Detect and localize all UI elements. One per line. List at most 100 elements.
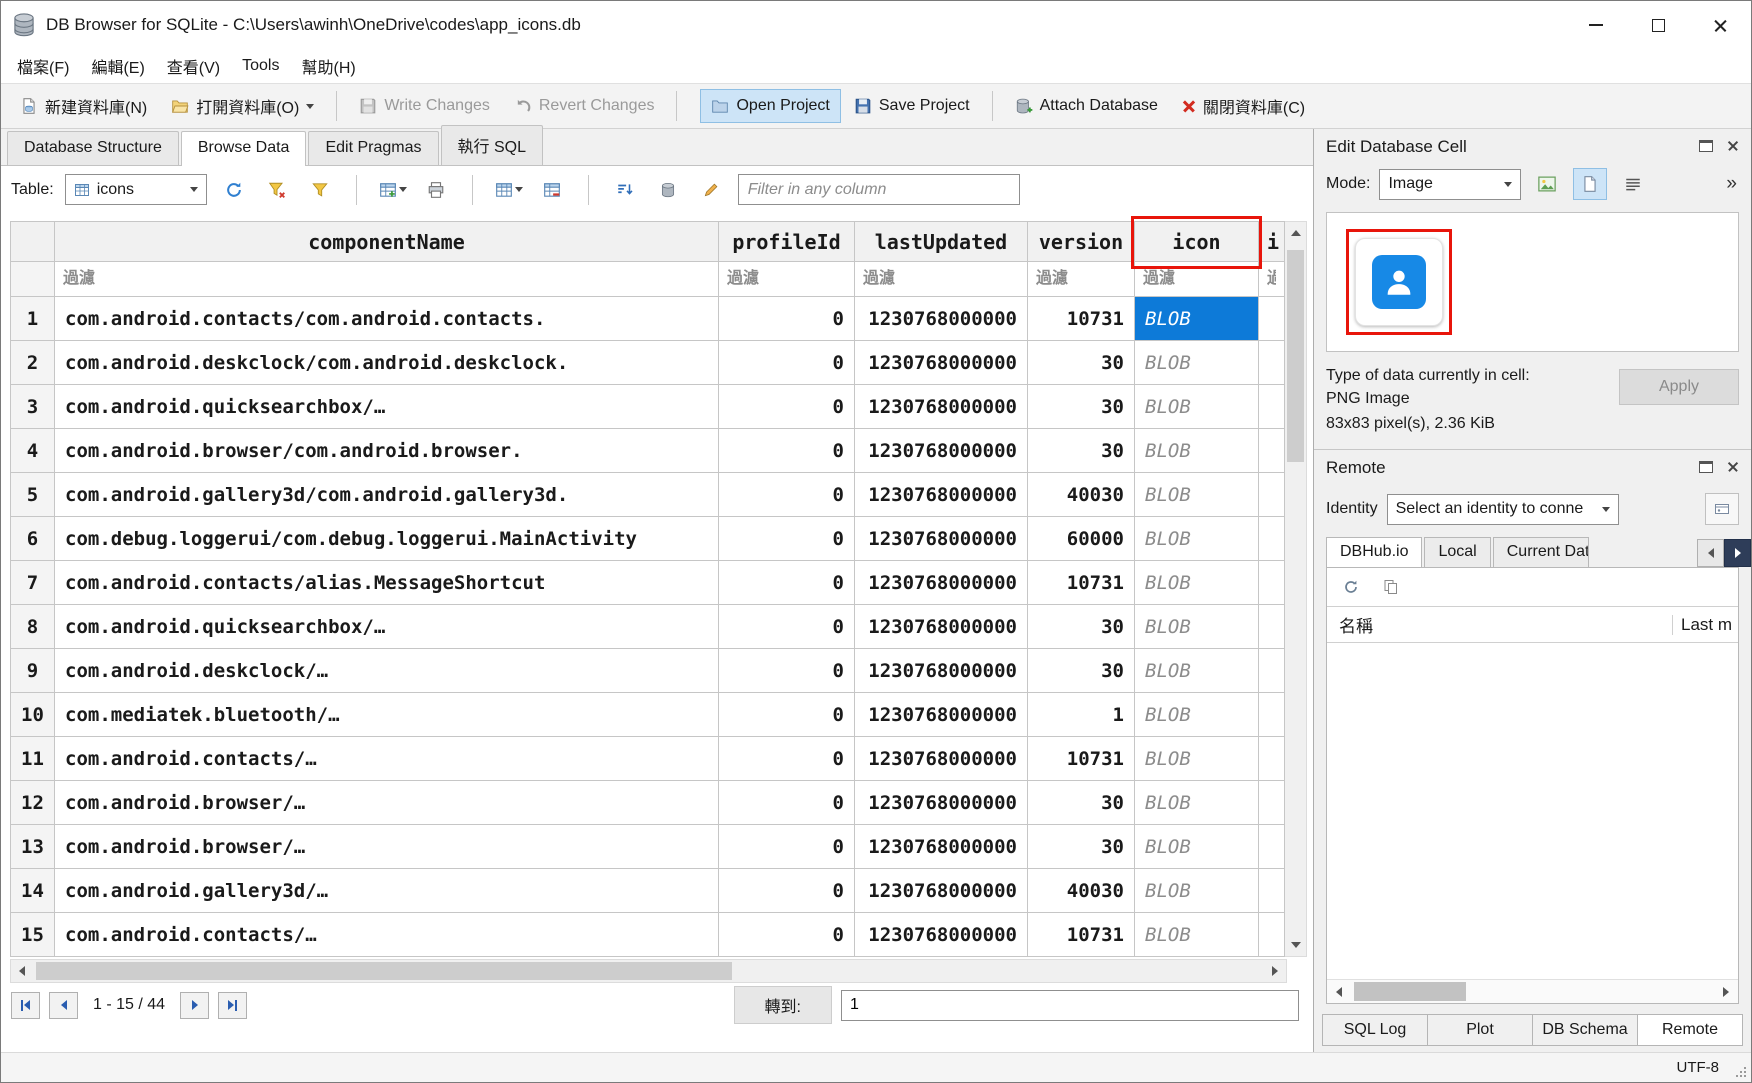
- cell-icon[interactable]: BLOB: [1135, 561, 1259, 605]
- cell-version[interactable]: 30: [1028, 825, 1135, 869]
- cell-componentname[interactable]: com.android.browser/…: [55, 781, 719, 825]
- write-changes-button[interactable]: Write Changes: [348, 89, 501, 123]
- tabs-scroll-left-button[interactable]: [1697, 539, 1724, 567]
- maximize-button[interactable]: [1627, 1, 1689, 49]
- cell-icon[interactable]: BLOB: [1135, 297, 1259, 341]
- cell-partial[interactable]: [1259, 517, 1285, 561]
- next-page-button[interactable]: [180, 992, 209, 1019]
- cell-componentname[interactable]: com.android.gallery3d/…: [55, 869, 719, 913]
- column-header-lastupdated[interactable]: lastUpdated: [855, 222, 1028, 262]
- table-select[interactable]: icons: [65, 174, 207, 205]
- cell-partial[interactable]: [1259, 781, 1285, 825]
- save-project-button[interactable]: Save Project: [843, 89, 981, 123]
- cell-version[interactable]: 30: [1028, 385, 1135, 429]
- cell-version[interactable]: 40030: [1028, 473, 1135, 517]
- column-header-name[interactable]: 名稱: [1327, 612, 1672, 637]
- cell-version[interactable]: 30: [1028, 649, 1135, 693]
- cell-icon[interactable]: BLOB: [1135, 737, 1259, 781]
- cell-componentname[interactable]: com.android.contacts/alias.MessageShortc…: [55, 561, 719, 605]
- float-panel-button[interactable]: [1699, 137, 1713, 157]
- scroll-left-button[interactable]: [1327, 980, 1351, 1003]
- save-filter-button[interactable]: [304, 174, 336, 206]
- cell-lastupdated[interactable]: 1230768000000: [855, 341, 1028, 385]
- cell-partial[interactable]: [1259, 429, 1285, 473]
- cell-icon[interactable]: BLOB: [1135, 473, 1259, 517]
- close-panel-button[interactable]: [1727, 137, 1739, 157]
- cell-partial[interactable]: [1259, 649, 1285, 693]
- cell-componentname[interactable]: com.android.gallery3d/com.android.galler…: [55, 473, 719, 517]
- cell-componentname[interactable]: com.android.browser/…: [55, 825, 719, 869]
- clone-database-button[interactable]: [1375, 571, 1407, 603]
- cell-version[interactable]: 30: [1028, 429, 1135, 473]
- remote-horizontal-scrollbar[interactable]: [1327, 979, 1738, 1003]
- identity-settings-button[interactable]: [1705, 493, 1739, 525]
- cell-lastupdated[interactable]: 1230768000000: [855, 781, 1028, 825]
- cell-profileid[interactable]: 0: [719, 693, 855, 737]
- column-filter-input[interactable]: [855, 262, 1027, 296]
- cell-lastupdated[interactable]: 1230768000000: [855, 517, 1028, 561]
- cell-version[interactable]: 1: [1028, 693, 1135, 737]
- cell-componentname[interactable]: com.android.browser/com.android.browser.: [55, 429, 719, 473]
- column-header-componentname[interactable]: componentName: [55, 222, 719, 262]
- cell-profileid[interactable]: 0: [719, 869, 855, 913]
- hscroll-track[interactable]: [33, 960, 1264, 982]
- scroll-up-button[interactable]: [1285, 222, 1306, 244]
- cell-partial[interactable]: [1259, 605, 1285, 649]
- cell-lastupdated[interactable]: 1230768000000: [855, 385, 1028, 429]
- cell-profileid[interactable]: 0: [719, 297, 855, 341]
- cell-lastupdated[interactable]: 1230768000000: [855, 561, 1028, 605]
- cell-componentname[interactable]: com.android.contacts/…: [55, 737, 719, 781]
- menu-file[interactable]: 檔案(F): [7, 49, 79, 83]
- column-filter-input[interactable]: [1028, 262, 1134, 296]
- column-filter-input[interactable]: [1135, 262, 1258, 296]
- cell-profileid[interactable]: 0: [719, 605, 855, 649]
- cell-componentname[interactable]: com.android.quicksearchbox/…: [55, 385, 719, 429]
- cell-version[interactable]: 40030: [1028, 869, 1135, 913]
- cell-icon[interactable]: BLOB: [1135, 605, 1259, 649]
- cell-icon[interactable]: BLOB: [1135, 341, 1259, 385]
- column-filter-input[interactable]: [719, 262, 854, 296]
- vertical-scrollbar[interactable]: [1285, 221, 1307, 957]
- cell-profileid[interactable]: 0: [719, 737, 855, 781]
- insert-record-button[interactable]: [493, 174, 525, 206]
- clear-filters-button[interactable]: [261, 174, 293, 206]
- cell-lastupdated[interactable]: 1230768000000: [855, 913, 1028, 957]
- vscroll-track[interactable]: [1285, 244, 1306, 934]
- tab-current-database[interactable]: Current Dat: [1493, 537, 1589, 567]
- cell-componentname[interactable]: com.android.contacts/…: [55, 913, 719, 957]
- cell-profileid[interactable]: 0: [719, 649, 855, 693]
- tabs-scroll-right-button[interactable]: [1724, 539, 1751, 567]
- tab-local[interactable]: Local: [1424, 537, 1490, 567]
- cell-version[interactable]: 10731: [1028, 737, 1135, 781]
- goto-button[interactable]: 轉到:: [734, 986, 832, 1024]
- cell-partial[interactable]: [1259, 385, 1285, 429]
- menu-help[interactable]: 幫助(H): [291, 49, 365, 83]
- column-filter-input[interactable]: [55, 262, 718, 296]
- column-header-profileid[interactable]: profileId: [719, 222, 855, 262]
- goto-input[interactable]: [841, 990, 1299, 1021]
- cell-icon[interactable]: BLOB: [1135, 385, 1259, 429]
- scroll-down-button[interactable]: [1285, 934, 1306, 956]
- cell-partial[interactable]: [1259, 913, 1285, 957]
- cell-version[interactable]: 10731: [1028, 913, 1135, 957]
- cell-partial[interactable]: [1259, 561, 1285, 605]
- cell-version[interactable]: 30: [1028, 341, 1135, 385]
- cell-profileid[interactable]: 0: [719, 561, 855, 605]
- cell-profileid[interactable]: 0: [719, 825, 855, 869]
- cell-partial[interactable]: [1259, 473, 1285, 517]
- cell-lastupdated[interactable]: 1230768000000: [855, 693, 1028, 737]
- cell-componentname[interactable]: com.android.deskclock/…: [55, 649, 719, 693]
- cell-lastupdated[interactable]: 1230768000000: [855, 297, 1028, 341]
- tab-remote[interactable]: Remote: [1637, 1014, 1743, 1046]
- cell-componentname[interactable]: com.android.contacts/com.android.contact…: [55, 297, 719, 341]
- minimize-button[interactable]: [1565, 1, 1627, 49]
- global-filter-input[interactable]: [738, 174, 1020, 205]
- cell-icon[interactable]: BLOB: [1135, 429, 1259, 473]
- cell-profileid[interactable]: 0: [719, 341, 855, 385]
- last-page-button[interactable]: [218, 992, 247, 1019]
- tab-sql-log[interactable]: SQL Log: [1322, 1014, 1428, 1046]
- edit-cell-button[interactable]: [695, 174, 727, 206]
- apply-button[interactable]: Apply: [1619, 369, 1739, 405]
- prev-page-button[interactable]: [49, 992, 78, 1019]
- cell-version[interactable]: 10731: [1028, 561, 1135, 605]
